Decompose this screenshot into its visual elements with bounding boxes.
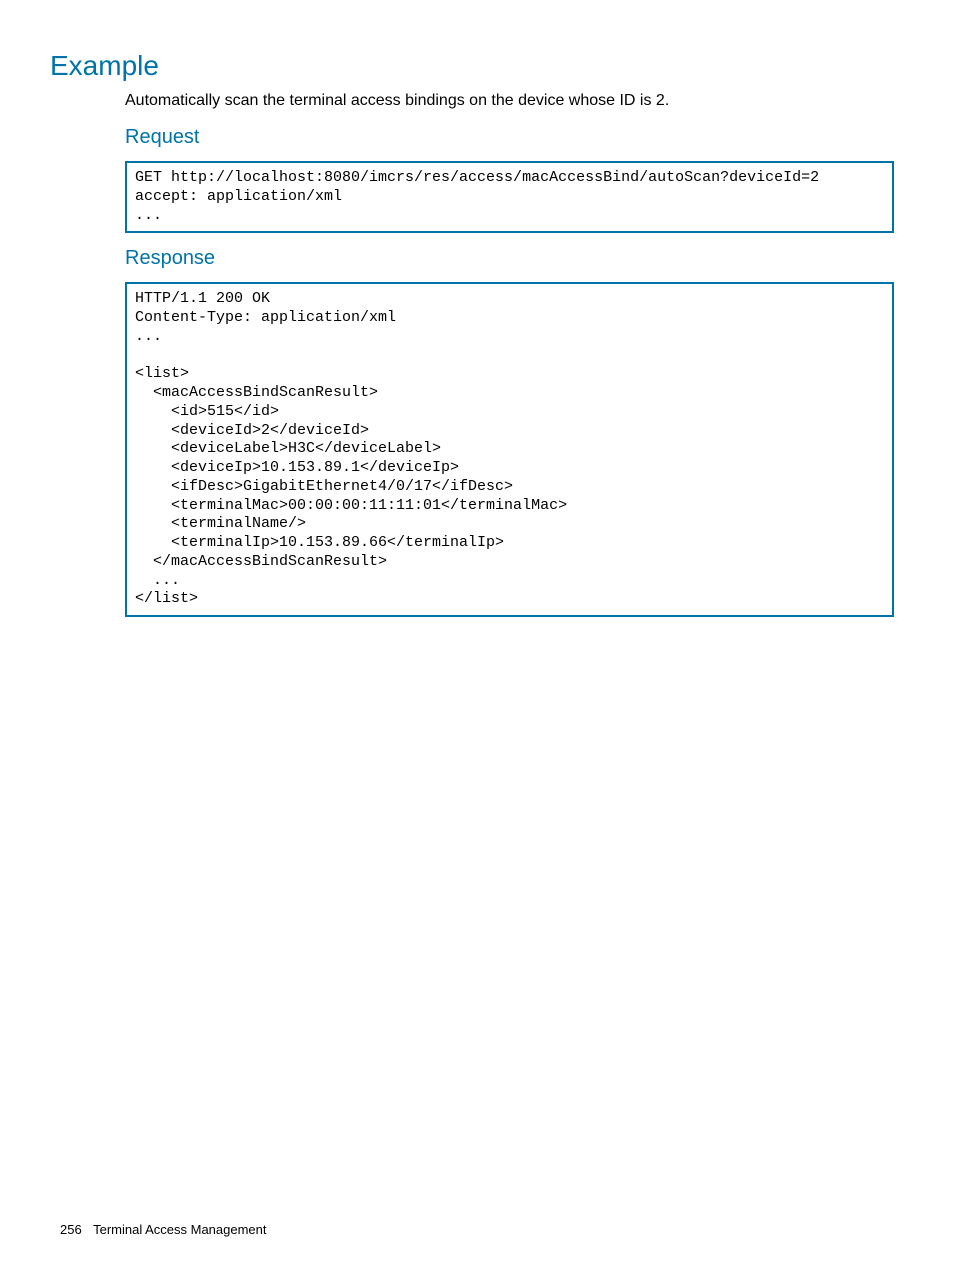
page-number: 256 (60, 1222, 82, 1237)
response-code-block: HTTP/1.1 200 OK Content-Type: applicatio… (125, 282, 894, 617)
page-footer: 256 Terminal Access Management (60, 1222, 267, 1237)
intro-text: Automatically scan the terminal access b… (125, 92, 894, 110)
heading-request: Request (125, 126, 894, 149)
heading-example: Example (50, 50, 894, 82)
footer-section-title: Terminal Access Management (93, 1222, 266, 1237)
heading-response: Response (125, 247, 894, 270)
request-code-block: GET http://localhost:8080/imcrs/res/acce… (125, 161, 894, 233)
page-container: Example Automatically scan the terminal … (0, 0, 954, 1271)
